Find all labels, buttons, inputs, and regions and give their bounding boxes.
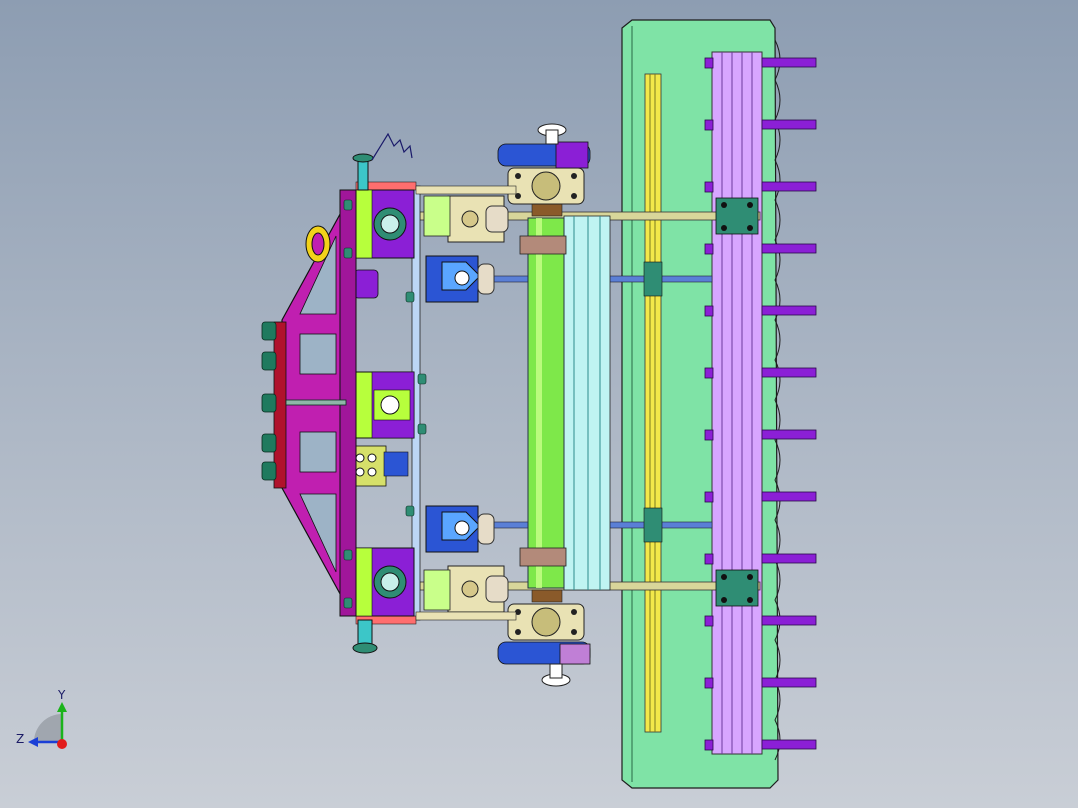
frame-bars [563, 215, 611, 591]
z-axis-label: Z [16, 732, 25, 746]
lavender-rail [711, 51, 763, 755]
y-axis-label: Y [58, 688, 66, 702]
blue-mounts [425, 255, 495, 553]
cad-viewport[interactable]: Y Z [0, 0, 1078, 808]
roller [519, 203, 567, 603]
assembly-drawing [28, 19, 817, 789]
guide-strip [644, 73, 662, 733]
axis-triad [28, 702, 67, 749]
